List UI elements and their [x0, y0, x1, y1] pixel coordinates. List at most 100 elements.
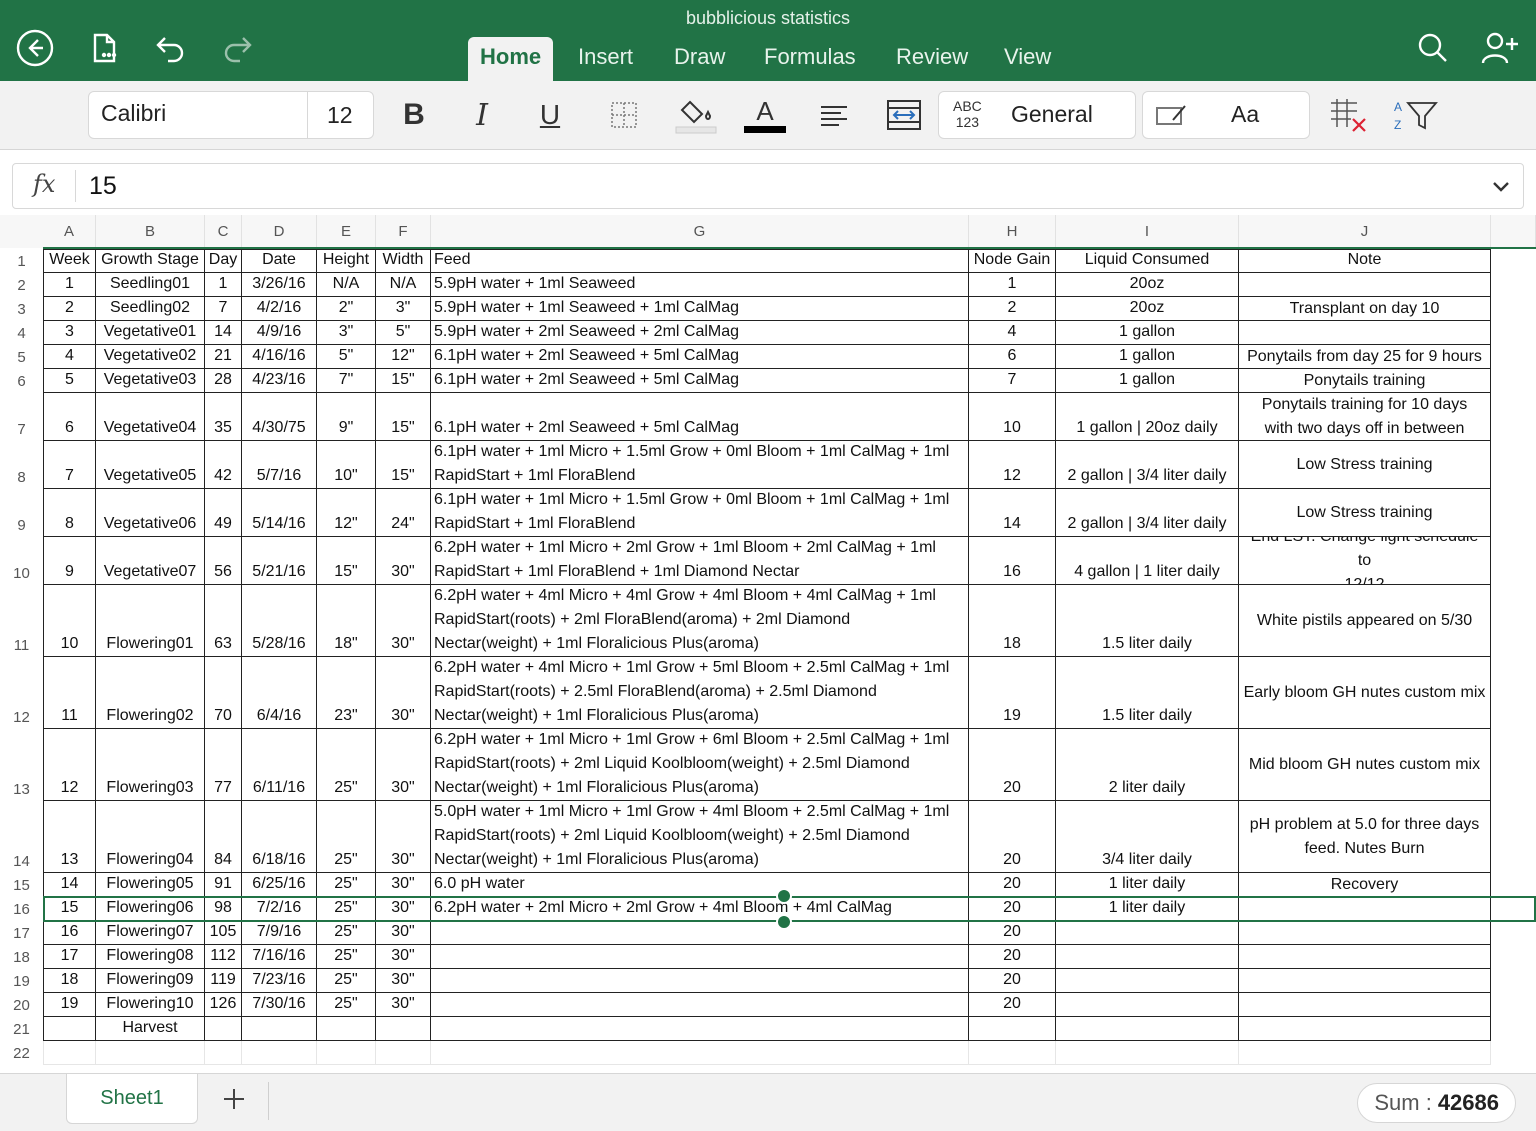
cell-d9[interactable]: 5/14/16	[242, 489, 317, 537]
column-header-d[interactable]: D	[242, 215, 317, 248]
cell-j20[interactable]	[1239, 993, 1491, 1017]
cell-g17[interactable]	[431, 921, 969, 945]
tab-view[interactable]: View	[1004, 44, 1051, 70]
selection-handle-bottom[interactable]	[776, 914, 792, 930]
cell-e12[interactable]: 23"	[317, 657, 376, 729]
cell-f12[interactable]: 30"	[376, 657, 431, 729]
cell-i16[interactable]: 1 liter daily	[1056, 897, 1239, 921]
cell-b20[interactable]: Flowering10	[96, 993, 205, 1017]
cell-e18[interactable]: 25"	[317, 945, 376, 969]
cell-b5[interactable]: Vegetative02	[96, 345, 205, 369]
cell-j19[interactable]	[1239, 969, 1491, 993]
cell-f13[interactable]: 30"	[376, 729, 431, 801]
cell-j14[interactable]: pH problem at 5.0 for three days feed. N…	[1239, 801, 1491, 873]
cell-h19[interactable]: 20	[969, 969, 1056, 993]
cell-a5[interactable]: 4	[43, 345, 96, 369]
cell-i19[interactable]	[1056, 969, 1239, 993]
cell-i13[interactable]: 2 liter daily	[1056, 729, 1239, 801]
cell-h20[interactable]: 20	[969, 993, 1056, 1017]
cell-g3[interactable]: 5.9pH water + 1ml Seaweed + 1ml CalMag	[431, 297, 969, 321]
cell-f9[interactable]: 24"	[376, 489, 431, 537]
add-person-icon[interactable]	[1480, 28, 1520, 68]
cell-e22[interactable]	[317, 1041, 376, 1065]
cell-d5[interactable]: 4/16/16	[242, 345, 317, 369]
row-header[interactable]: 19	[0, 969, 43, 993]
cell-b19[interactable]: Flowering09	[96, 969, 205, 993]
back-icon[interactable]	[15, 28, 55, 68]
cell-i12[interactable]: 1.5 liter daily	[1056, 657, 1239, 729]
cell-f10[interactable]: 30"	[376, 537, 431, 585]
cell-i5[interactable]: 1 gallon	[1056, 345, 1239, 369]
cell-a21[interactable]	[43, 1017, 96, 1041]
cell-c8[interactable]: 42	[205, 441, 242, 489]
cell-d4[interactable]: 4/9/16	[242, 321, 317, 345]
cell-d2[interactable]: 3/26/16	[242, 273, 317, 297]
cell-c18[interactable]: 112	[205, 945, 242, 969]
cell-a22[interactable]	[43, 1041, 96, 1065]
cell-b8[interactable]: Vegetative05	[96, 441, 205, 489]
cell-j5[interactable]: Ponytails from day 25 for 9 hours	[1239, 345, 1491, 369]
cell-h5[interactable]: 6	[969, 345, 1056, 369]
cell-styles-picker[interactable]: Aa	[1142, 91, 1310, 139]
cell-h22[interactable]	[969, 1041, 1056, 1065]
cell-a6[interactable]: 5	[43, 369, 96, 393]
cell-b17[interactable]: Flowering07	[96, 921, 205, 945]
cell-e20[interactable]: 25"	[317, 993, 376, 1017]
cell-f21[interactable]	[376, 1017, 431, 1041]
tab-insert[interactable]: Insert	[578, 44, 633, 70]
cell-c4[interactable]: 14	[205, 321, 242, 345]
row-header[interactable]: 5	[0, 345, 43, 369]
column-header-a[interactable]: A	[43, 215, 96, 248]
cell-f7[interactable]: 15"	[376, 393, 431, 441]
cell-f8[interactable]: 15"	[376, 441, 431, 489]
row-header[interactable]: 12	[0, 657, 43, 729]
cell-g14[interactable]: 5.0pH water + 1ml Micro + 1ml Grow + 4ml…	[431, 801, 969, 873]
cell-b12[interactable]: Flowering02	[96, 657, 205, 729]
cell-g1[interactable]: Feed	[431, 249, 969, 273]
cell-j21[interactable]	[1239, 1017, 1491, 1041]
cell-g10[interactable]: 6.2pH water + 1ml Micro + 2ml Grow + 1ml…	[431, 537, 969, 585]
cell-j6[interactable]: Ponytails training	[1239, 369, 1491, 393]
formula-bar[interactable]: fx 15	[12, 163, 1524, 209]
row-header[interactable]: 4	[0, 321, 43, 345]
cell-c14[interactable]: 84	[205, 801, 242, 873]
column-header-j[interactable]: J	[1239, 215, 1491, 248]
cell-e15[interactable]: 25"	[317, 873, 376, 897]
cell-a10[interactable]: 9	[43, 537, 96, 585]
cell-g5[interactable]: 6.1pH water + 2ml Seaweed + 5ml CalMag	[431, 345, 969, 369]
cell-e8[interactable]: 10"	[317, 441, 376, 489]
selection-handle-top[interactable]	[776, 888, 792, 904]
row-header[interactable]: 6	[0, 369, 43, 393]
cell-i9[interactable]: 2 gallon | 3/4 liter daily	[1056, 489, 1239, 537]
cell-c9[interactable]: 49	[205, 489, 242, 537]
cell-h11[interactable]: 18	[969, 585, 1056, 657]
cell-j16[interactable]	[1239, 897, 1491, 921]
cell-b6[interactable]: Vegetative03	[96, 369, 205, 393]
cell-f15[interactable]: 30"	[376, 873, 431, 897]
cell-j8[interactable]: Low Stress training	[1239, 441, 1491, 489]
cell-j12[interactable]: Early bloom GH nutes custom mix	[1239, 657, 1491, 729]
formula-input[interactable]: 15	[89, 172, 117, 201]
cell-j1[interactable]: Note	[1239, 249, 1491, 273]
cell-d11[interactable]: 5/28/16	[242, 585, 317, 657]
wrap-text-icon[interactable]	[884, 95, 924, 135]
cell-a12[interactable]: 11	[43, 657, 96, 729]
cell-j10[interactable]: End LST. Change light schedule to 12/12	[1239, 537, 1491, 585]
cell-d21[interactable]	[242, 1017, 317, 1041]
cell-h15[interactable]: 20	[969, 873, 1056, 897]
column-header-e[interactable]: E	[317, 215, 376, 248]
cell-g11[interactable]: 6.2pH water + 4ml Micro + 4ml Grow + 4ml…	[431, 585, 969, 657]
cell-b3[interactable]: Seedling02	[96, 297, 205, 321]
cell-b10[interactable]: Vegetative07	[96, 537, 205, 585]
cell-a13[interactable]: 12	[43, 729, 96, 801]
cell-b13[interactable]: Flowering03	[96, 729, 205, 801]
cell-f19[interactable]: 30"	[376, 969, 431, 993]
cell-e16[interactable]: 25"	[317, 897, 376, 921]
number-format-picker[interactable]: ABC 123 General	[938, 91, 1136, 139]
tab-home[interactable]: Home	[468, 37, 554, 81]
cell-h14[interactable]: 20	[969, 801, 1056, 873]
cell-g7[interactable]: 6.1pH water + 2ml Seaweed + 5ml CalMag	[431, 393, 969, 441]
cell-b4[interactable]: Vegetative01	[96, 321, 205, 345]
tab-review[interactable]: Review	[896, 44, 968, 70]
cell-g18[interactable]	[431, 945, 969, 969]
